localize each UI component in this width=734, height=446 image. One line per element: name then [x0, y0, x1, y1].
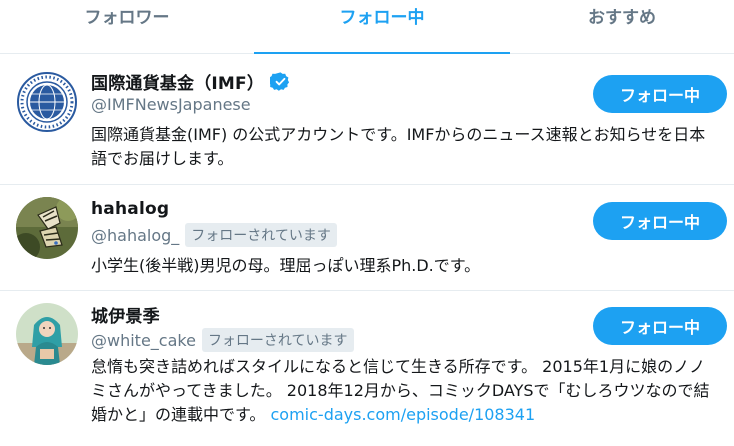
bio: 怠惰も突き詰めればスタイルになると信じて生きる所存です。 2015年1月に娘のノ… [91, 355, 719, 427]
display-name[interactable]: 国際通貨基金（IMF） [91, 69, 264, 94]
handle-row: @white_cake フォローされています [91, 328, 354, 352]
imf-seal-icon[interactable] [16, 71, 78, 133]
handle-row: @IMFNewsJapanese [91, 95, 251, 114]
user-card[interactable]: 城伊景季 @white_cake フォローされています 怠惰も突き詰めればスタイ… [0, 291, 734, 446]
follows-you-badge: フォローされています [185, 223, 337, 247]
tab-label: フォロワー [84, 7, 170, 28]
screen-name[interactable]: @IMFNewsJapanese [91, 95, 251, 114]
name-row: hahalog [91, 199, 169, 219]
following-button[interactable]: フォロー中 [593, 202, 727, 240]
name-row: 国際通貨基金（IMF） [91, 69, 291, 94]
bio: 小学生(後半戦)男児の母。理屈っぽい理系Ph.D.です。 [91, 256, 481, 275]
screen-name[interactable]: @white_cake [91, 331, 196, 350]
following-button[interactable]: フォロー中 [593, 307, 727, 345]
verified-badge-icon [270, 72, 290, 91]
tab-label: フォロー中 [339, 7, 425, 28]
user-card[interactable]: 国際通貨基金（IMF） @IMFNewsJapanese 国際通貨基金(IMF)… [0, 54, 734, 185]
name-row: 城伊景季 [91, 302, 160, 327]
tab-bar: フォロワー フォロー中 おすすめ [0, 0, 734, 54]
bio: 国際通貨基金(IMF) の公式アカウントです。IMFからのニュース速報とお知らせ… [91, 125, 706, 168]
screen-name[interactable]: @hahalog_ [91, 226, 179, 245]
display-name[interactable]: 城伊景季 [91, 302, 160, 327]
following-button[interactable]: フォロー中 [593, 75, 727, 113]
butterfly-photo-icon[interactable] [16, 197, 78, 259]
tab-label: おすすめ [588, 7, 656, 28]
display-name[interactable]: hahalog [91, 199, 169, 219]
user-card[interactable]: hahalog @hahalog_ フォローされています 小学生(後半戦)男児の… [0, 185, 734, 291]
bio-link[interactable]: comic-days.com/episode/108341 [271, 405, 536, 424]
tab-suggestions[interactable]: おすすめ [510, 0, 734, 54]
follows-you-badge: フォローされています [201, 328, 354, 352]
illustrated-person-icon[interactable] [16, 303, 78, 365]
handle-row: @hahalog_ フォローされています [91, 223, 337, 247]
tab-followers[interactable]: フォロワー [0, 0, 254, 54]
tab-following[interactable]: フォロー中 [254, 0, 510, 54]
